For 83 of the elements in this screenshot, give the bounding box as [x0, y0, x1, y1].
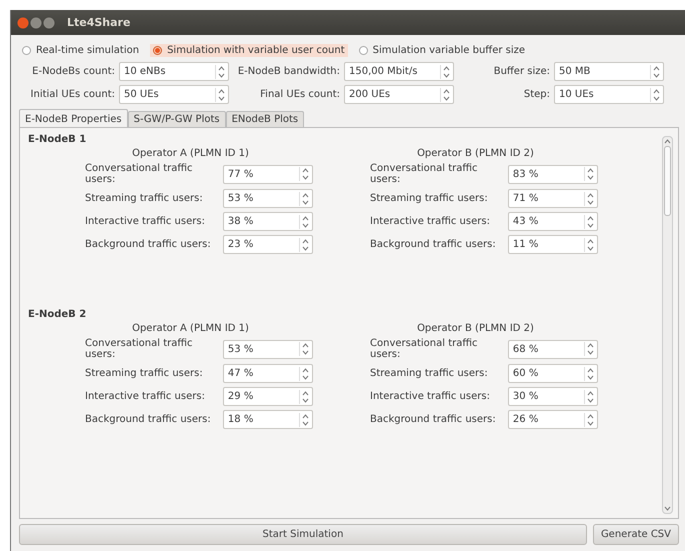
field-label: Streaming traffic users:: [370, 368, 489, 379]
spinner-icon[interactable]: [584, 192, 594, 206]
spinner-icon[interactable]: [215, 64, 225, 78]
field-label: Buffer size:: [494, 66, 550, 77]
field-label: Background traffic users:: [370, 414, 497, 425]
window-title: Lte4Share: [67, 16, 130, 29]
spinner-icon[interactable]: [584, 366, 594, 380]
spin-field[interactable]: 68 %: [508, 340, 598, 358]
spin-field[interactable]: 150,00 Mbit/s: [344, 62, 454, 81]
spinner-icon[interactable]: [650, 64, 660, 78]
spin-field[interactable]: 38 %: [222, 212, 313, 231]
field-label: Background traffic users:: [85, 414, 212, 425]
field-label: Initial UEs count:: [30, 89, 115, 100]
spin-field[interactable]: 50 UEs: [119, 85, 229, 104]
field-label: E-NodeB bandwidth:: [238, 66, 340, 77]
spinner-icon[interactable]: [299, 192, 309, 206]
spinner-icon[interactable]: [584, 167, 594, 181]
section-title: E-NodeB 2: [28, 309, 88, 320]
spinner-icon[interactable]: [584, 214, 594, 228]
spin-field[interactable]: 43 %: [508, 212, 598, 231]
spinner-icon[interactable]: [299, 412, 309, 426]
scroll-bar[interactable]: [662, 136, 673, 514]
spinner-icon[interactable]: [299, 238, 309, 252]
tab[interactable]: ENodeB Plots: [226, 111, 304, 127]
section-title: E-NodeB 1: [28, 134, 88, 145]
field-label: Interactive traffic users:: [370, 216, 491, 227]
spinner-icon[interactable]: [299, 342, 309, 356]
field-label: Streaming traffic users:: [370, 193, 489, 204]
field-label: Conversational traffic users:: [85, 338, 194, 360]
field-label: Conversational traffic users:: [370, 338, 479, 360]
field-label: Streaming traffic users:: [85, 193, 204, 204]
field-label: Final UEs count:: [260, 89, 340, 100]
operator-heading: Operator A (PLMN ID 1): [131, 323, 250, 334]
action-button[interactable]: Start Simulation: [19, 524, 587, 545]
action-button[interactable]: Generate CSV: [592, 524, 679, 545]
spinner-icon[interactable]: [650, 88, 660, 102]
spin-field[interactable]: 71 %: [508, 189, 598, 208]
spinner-icon[interactable]: [584, 412, 594, 426]
spin-field[interactable]: 10 eNBs: [119, 62, 229, 81]
spin-field[interactable]: 50 MB: [554, 62, 664, 81]
field-label: Interactive traffic users:: [370, 391, 491, 402]
mode-radio[interactable]: Simulation with variable user count: [150, 44, 348, 56]
tab[interactable]: S-GW/P-GW Plots: [128, 111, 226, 127]
tab[interactable]: E-NodeB Properties: [19, 109, 128, 127]
spinner-icon[interactable]: [440, 88, 450, 102]
field-label: Interactive traffic users:: [85, 391, 206, 402]
operator-heading: Operator B (PLMN ID 2): [416, 148, 535, 159]
field-label: Step:: [524, 89, 550, 100]
spinner-icon[interactable]: [299, 390, 309, 404]
spin-field[interactable]: 47 %: [222, 364, 313, 383]
window-controls-icon[interactable]: [17, 16, 55, 28]
spin-field[interactable]: 29 %: [222, 387, 313, 406]
spinner-icon[interactable]: [584, 342, 594, 356]
spinner-icon[interactable]: [440, 64, 450, 78]
operator-heading: Operator A (PLMN ID 1): [131, 148, 250, 159]
spinner-icon[interactable]: [215, 88, 225, 102]
spin-field[interactable]: 30 %: [508, 387, 598, 406]
spin-field[interactable]: 77 %: [222, 164, 313, 184]
spin-field[interactable]: 83 %: [508, 164, 598, 184]
mode-radio[interactable]: Simulation variable buffer size: [356, 44, 528, 56]
operator-heading: Operator B (PLMN ID 2): [416, 323, 535, 334]
field-label: Conversational traffic users:: [370, 163, 479, 185]
field-label: E-NodeBs count:: [32, 66, 115, 77]
spin-field[interactable]: 26 %: [508, 410, 598, 429]
field-label: Background traffic users:: [85, 239, 212, 250]
spin-field[interactable]: 60 %: [508, 364, 598, 383]
field-label: Background traffic users:: [370, 239, 497, 250]
spin-field[interactable]: 53 %: [222, 340, 313, 358]
field-label: Interactive traffic users:: [85, 216, 206, 227]
field-label: Conversational traffic users:: [85, 163, 194, 185]
spin-field[interactable]: 18 %: [222, 410, 313, 429]
field-label: Streaming traffic users:: [85, 368, 204, 379]
spin-field[interactable]: 200 UEs: [344, 85, 454, 104]
spin-field[interactable]: 53 %: [222, 189, 313, 208]
spin-field[interactable]: 10 UEs: [554, 85, 664, 104]
spin-field[interactable]: 23 %: [222, 235, 313, 254]
spinner-icon[interactable]: [584, 390, 594, 404]
spinner-icon[interactable]: [299, 366, 309, 380]
spin-field[interactable]: 11 %: [508, 235, 598, 254]
spinner-icon[interactable]: [299, 214, 309, 228]
spinner-icon[interactable]: [584, 238, 594, 252]
mode-radio[interactable]: Real-time simulation: [19, 44, 142, 56]
spinner-icon[interactable]: [299, 167, 309, 181]
